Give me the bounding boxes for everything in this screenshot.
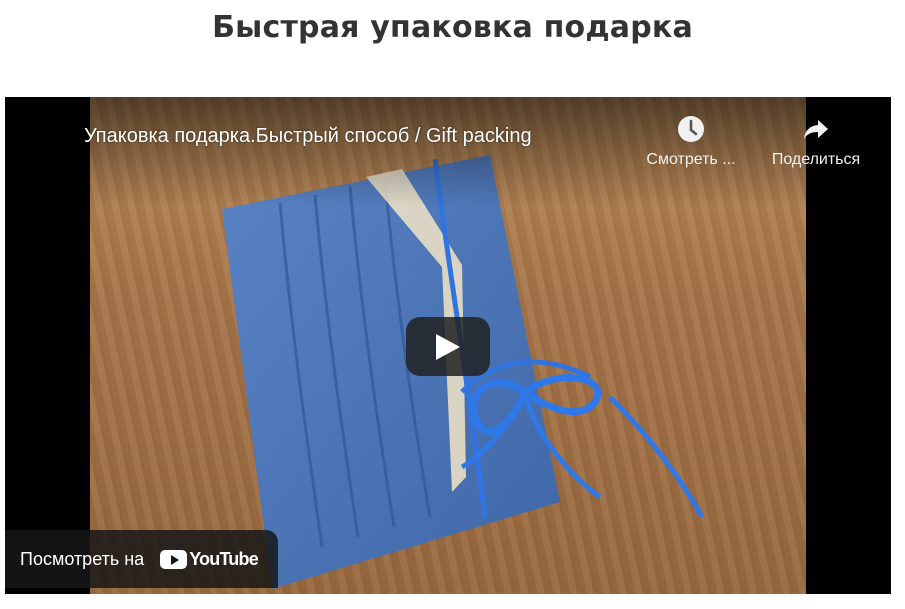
page-title: Быстрая упаковка подарка bbox=[212, 10, 693, 45]
play-icon bbox=[436, 334, 460, 360]
share-button[interactable]: Поделиться bbox=[763, 115, 869, 169]
watch-later-label: Смотреть ... bbox=[646, 151, 736, 168]
clock-icon bbox=[678, 116, 704, 142]
watch-on-youtube-button[interactable]: Посмотреть на YouTube bbox=[5, 530, 278, 588]
watch-later-button[interactable]: Смотреть ... bbox=[641, 115, 741, 169]
youtube-logo: YouTube bbox=[160, 548, 259, 570]
youtube-wordmark: YouTube bbox=[189, 548, 259, 569]
video-title-link[interactable]: Упаковка подарка.Быстрый способ / Gift p… bbox=[84, 125, 532, 148]
title-overlay bbox=[5, 97, 891, 207]
play-button[interactable] bbox=[406, 317, 490, 376]
video-player[interactable]: Упаковка подарка.Быстрый способ / Gift p… bbox=[5, 97, 891, 594]
share-icon bbox=[804, 120, 828, 139]
watch-on-label: Посмотреть на bbox=[20, 548, 145, 569]
share-label: Поделиться bbox=[771, 151, 861, 168]
youtube-play-icon bbox=[160, 549, 188, 569]
